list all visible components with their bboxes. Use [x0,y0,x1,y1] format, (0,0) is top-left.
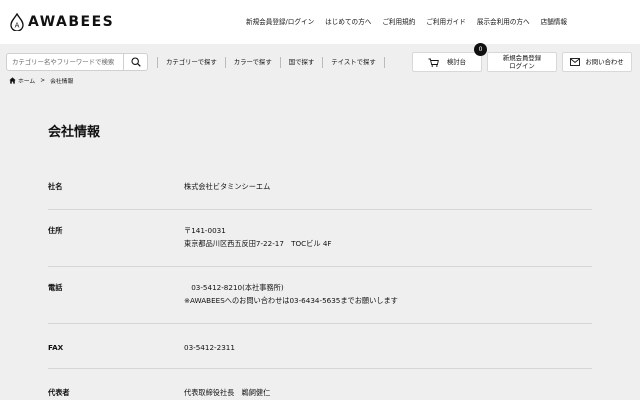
filter-nav: カテゴリーで探す カラーで探す 国で探す テイストで探す [157,53,385,71]
info-row-company-name: 社名 株式会社ビタミンシーエム [48,158,592,210]
top-nav: 新規会員登録/ログイン はじめての方へ ご利用規約 ご利用ガイド 展示会利用の方… [246,16,578,26]
logo-text: AWABEES [28,14,115,30]
register-label: 新規会員登録 [502,54,542,62]
info-row-fax: FAX 03-5412-2311 [48,324,592,369]
company-info-table: 社名 株式会社ビタミンシーエム 住所 〒141-0031 東京都品川区西五反田7… [48,158,592,400]
search-input[interactable] [7,54,123,70]
breadcrumb-home[interactable]: ホーム [18,76,35,85]
filter-color[interactable]: カラーで探す [224,56,280,68]
breadcrumb-separator: > [40,77,46,84]
filter-category[interactable]: カテゴリーで探す [157,56,225,68]
value-line: 03-5412-8210(本社事務所) [184,283,284,292]
login-label: ログイン [509,62,535,70]
breadcrumb: ホーム > 会社情報 [9,76,73,85]
nav-register-login[interactable]: 新規会員登録/ログイン [246,16,314,26]
search-box [6,53,148,71]
filter-taste[interactable]: テイストで探す [322,56,385,68]
nav-first-time[interactable]: はじめての方へ [325,16,371,26]
search-button[interactable] [123,54,147,70]
logo-drop-icon: A [10,13,24,31]
contact-button[interactable]: お問い合わせ [562,52,632,72]
row-label: 電話 [48,283,63,292]
nav-terms[interactable]: ご利用規約 [382,16,415,26]
row-value: 〒141-0031 東京都品川区西五反田7-22-17 TOCビル 4F [184,224,332,250]
cart-icon [428,58,439,67]
search-icon [130,57,141,67]
site-logo[interactable]: A AWABEES [9,13,114,31]
row-label: 住所 [48,226,63,235]
info-row-address: 住所 〒141-0031 東京都品川区西五反田7-22-17 TOCビル 4F [48,210,592,267]
register-login-button[interactable]: 新規会員登録 ログイン [487,52,557,72]
value-line: 東京都品川区西五反田7-22-17 TOCビル 4F [184,239,332,248]
row-value: 代表取締役社長 鵜飼健仁 [184,386,270,399]
value-line: 代表取締役社長 鵜飼健仁 [184,388,271,397]
page-title: 会社情報 [48,125,101,140]
cart-label: 検討台 [446,58,467,66]
row-value: 03-5412-2311 [184,341,235,354]
nav-exhibition[interactable]: 展示会利用の方へ [477,16,530,26]
mail-icon [570,58,581,66]
contact-label: お問い合わせ [585,58,624,66]
nav-guide[interactable]: ご利用ガイド [426,16,466,26]
filter-country[interactable]: 国で探す [279,56,323,68]
info-row-phone: 電話 03-5412-8210(本社事務所) ※AWABEESへのお問い合わせは… [48,267,592,324]
value-line: ※AWABEESへのお問い合わせは03-6434-5635までお願いします [184,296,398,305]
row-value: 株式会社ビタミンシーエム [184,180,270,193]
info-row-representative: 代表者 代表取締役社長 鵜飼健仁 [48,369,592,400]
cart-button[interactable]: 検討台 [412,52,482,72]
row-value: 03-5412-8210(本社事務所) ※AWABEESへのお問い合わせは03-… [184,281,398,307]
row-label: 社名 [48,182,63,191]
site-header: A AWABEES 新規会員登録/ログイン はじめての方へ ご利用規約 ご利用ガ… [0,0,640,44]
nav-store-info[interactable]: 店舗情報 [541,16,567,26]
value-line: 〒141-0031 [184,226,226,235]
home-icon [9,77,16,84]
row-label: 代表者 [48,388,70,397]
cart-count-badge: 0 [474,43,487,56]
svg-text:A: A [15,22,20,30]
value-line: 03-5412-2311 [184,343,235,352]
value-line: 株式会社ビタミンシーエム [184,182,271,191]
breadcrumb-current: 会社情報 [50,79,74,85]
row-label: FAX [48,343,64,352]
